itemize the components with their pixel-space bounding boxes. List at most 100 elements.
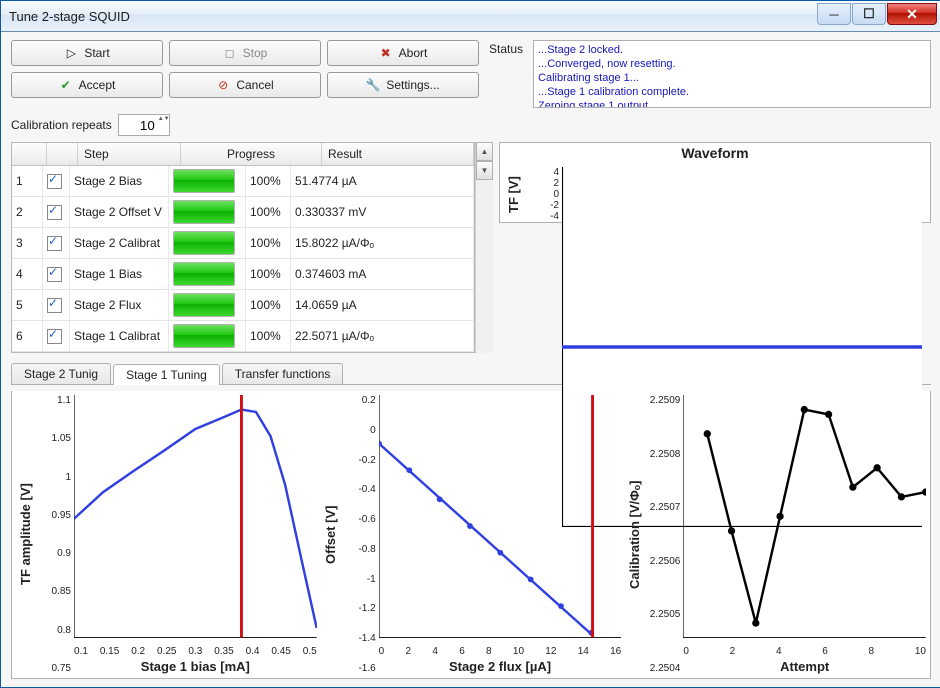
status-line: ...Converged, now resetting. <box>538 57 926 71</box>
status-line: Zeroing stage 1 output... <box>538 99 926 108</box>
plot-0-xlabel: Stage 1 bias [mA] <box>74 657 317 674</box>
plot-2-yticks: 2.25092.25082.25072.25062.25052.2504 <box>644 395 683 674</box>
stop-button-label: Stop <box>243 46 268 60</box>
cancel-button-label: Cancel <box>236 78 273 92</box>
col-result-header: Result <box>322 143 474 165</box>
scroll-down-icon[interactable]: ▼ <box>476 161 493 180</box>
row-step: Stage 2 Bias <box>70 166 169 196</box>
tab-stage-1-tuning[interactable]: Stage 1 Tuning <box>113 364 220 385</box>
row-progress-bar <box>173 169 235 193</box>
row-progress-bar <box>173 231 235 255</box>
plot-1-ylabel: Offset [V] <box>321 395 340 674</box>
table-row: 1 Stage 2 Bias 100% 51.4774 µA <box>12 166 474 197</box>
row-step: Stage 1 Bias <box>70 259 169 289</box>
status-box: ...Stage 2 locked....Converged, now rese… <box>533 40 931 108</box>
plot-1-canvas <box>379 395 622 644</box>
row-index: 1 <box>12 166 43 196</box>
row-step: Stage 1 Calibrat <box>70 321 169 351</box>
row-result: 0.330337 mV <box>291 197 474 227</box>
maximize-button[interactable]: ☐ <box>852 3 886 25</box>
row-progress-pct: 100% <box>246 290 291 320</box>
status-line: ...Stage 2 locked. <box>538 43 926 57</box>
row-result: 14.0659 µA <box>291 290 474 320</box>
plot-2: Calibration [V/Φₒ] 2.25092.25082.25072.2… <box>625 395 926 674</box>
row-progress-bar <box>173 324 235 348</box>
row-index: 6 <box>12 321 43 351</box>
minimize-button[interactable]: ─ <box>817 3 851 25</box>
row-result: 0.374603 mA <box>291 259 474 289</box>
tab-stage-2-tunig[interactable]: Stage 2 Tunig <box>11 363 111 384</box>
tab-transfer-functions[interactable]: Transfer functions <box>222 363 344 384</box>
start-button[interactable]: ▷ Start <box>11 40 163 66</box>
row-checkbox[interactable] <box>47 236 62 251</box>
repeats-label: Calibration repeats <box>11 118 112 132</box>
plot-2-ylabel: Calibration [V/Φₒ] <box>625 395 644 674</box>
status-line: Calibrating stage 1... <box>538 71 926 85</box>
row-index: 4 <box>12 259 43 289</box>
plot-2-canvas <box>683 395 926 644</box>
titlebar: Tune 2-stage SQUID ─ ☐ ✕ <box>1 1 940 32</box>
row-index: 3 <box>12 228 43 258</box>
row-checkbox[interactable] <box>47 329 62 344</box>
settings-button[interactable]: 🔧 Settings... <box>327 72 479 98</box>
row-checkbox[interactable] <box>47 267 62 282</box>
row-progress-pct: 100% <box>246 197 291 227</box>
row-progress-bar <box>173 200 235 224</box>
abort-button[interactable]: ✖ Abort <box>327 40 479 66</box>
row-step: Stage 2 Offset V <box>70 197 169 227</box>
plot-2-xticks: 0246810 <box>683 644 926 657</box>
waveform-plot <box>562 167 922 192</box>
plot-0-canvas <box>74 395 317 644</box>
close-button[interactable]: ✕ <box>887 3 937 25</box>
accept-button[interactable]: ✔ Accept <box>11 72 163 98</box>
plot-1-xlabel: Stage 2 flux [µA] <box>379 657 622 674</box>
status-line: ...Stage 1 calibration complete. <box>538 85 926 99</box>
col-step-header: Step <box>78 143 181 165</box>
stop-icon: ◻ <box>223 46 237 60</box>
row-step: Stage 2 Calibrat <box>70 228 169 258</box>
plot-1-yticks: 0.20-0.2-0.4-0.6-0.8-1-1.2-1.4-1.6 <box>340 395 379 674</box>
col-check-header <box>47 143 78 165</box>
row-progress-pct: 100% <box>246 228 291 258</box>
start-button-label: Start <box>84 46 109 60</box>
scroll-up-icon[interactable]: ▲ <box>476 142 493 161</box>
table-row: 3 Stage 2 Calibrat 100% 15.8022 µA/Φₒ <box>12 228 474 259</box>
row-progress-bar <box>173 293 235 317</box>
window-title: Tune 2-stage SQUID <box>5 9 816 24</box>
row-result: 15.8022 µA/Φₒ <box>291 228 474 258</box>
stop-button[interactable]: ◻ Stop <box>169 40 321 66</box>
table-row: 6 Stage 1 Calibrat 100% 22.5071 µA/Φₒ <box>12 321 474 352</box>
abort-button-label: Abort <box>399 46 428 60</box>
accept-button-label: Accept <box>79 78 116 92</box>
status-label: Status <box>485 40 527 56</box>
row-progress-bar <box>173 262 235 286</box>
cancel-button[interactable]: ⊘ Cancel <box>169 72 321 98</box>
table-row: 5 Stage 2 Flux 100% 14.0659 µA <box>12 290 474 321</box>
cancel-icon: ⊘ <box>216 78 230 92</box>
wrench-icon: 🔧 <box>366 78 380 92</box>
plot-0: TF amplitude [V] 1.11.0510.950.90.850.80… <box>16 395 317 674</box>
waveform-yticks: 420-2-4 <box>523 167 562 222</box>
row-progress-pct: 100% <box>246 166 291 196</box>
settings-button-label: Settings... <box>386 78 439 92</box>
plot-2-xlabel: Attempt <box>683 657 926 674</box>
plot-0-yticks: 1.11.0510.950.90.850.80.75 <box>35 395 74 674</box>
plot-1-xticks: 0246810121416 <box>379 644 622 657</box>
row-progress-pct: 100% <box>246 259 291 289</box>
plot-0-ylabel: TF amplitude [V] <box>16 395 35 674</box>
play-icon: ▷ <box>64 46 78 60</box>
row-step: Stage 2 Flux <box>70 290 169 320</box>
row-result: 51.4774 µA <box>291 166 474 196</box>
row-checkbox[interactable] <box>47 298 62 313</box>
row-checkbox[interactable] <box>47 205 62 220</box>
col-progress-header: Progress <box>181 143 322 165</box>
check-icon: ✔ <box>59 78 73 92</box>
row-checkbox[interactable] <box>47 174 62 189</box>
row-index: 2 <box>12 197 43 227</box>
row-result: 22.5071 µA/Φₒ <box>291 321 474 351</box>
repeats-spinner[interactable]: ▲▼ <box>158 116 168 132</box>
table-row: 2 Stage 2 Offset V 100% 0.330337 mV <box>12 197 474 228</box>
col-index-header <box>12 143 47 165</box>
waveform-ylabel: TF [V] <box>504 167 523 222</box>
table-scrollbar[interactable]: ▲ ▼ <box>475 142 493 353</box>
